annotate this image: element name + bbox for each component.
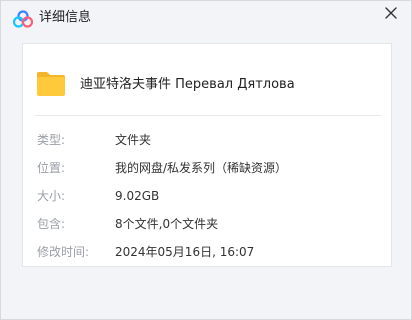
baidu-netdisk-logo-icon <box>12 10 34 28</box>
divider <box>35 115 381 116</box>
detail-row-type: 类型: 文件夹 <box>23 131 391 149</box>
detail-row-location: 位置: 我的网盘/私发系列（稀缺资源） <box>23 159 391 177</box>
file-name: 迪亚特洛夫事件 Перевал Дятлова <box>80 77 295 92</box>
detail-label: 包含: <box>37 217 66 231</box>
detail-label: 大小: <box>37 189 66 203</box>
details-panel: 迪亚特洛夫事件 Перевал Дятлова 类型: 文件夹 位置: 我的网盘… <box>22 43 392 267</box>
detail-label: 位置: <box>37 161 66 175</box>
detail-value: 9.02GB <box>115 189 160 203</box>
detail-value: 8个文件,0个文件夹 <box>115 217 219 231</box>
detail-label: 修改时间: <box>37 245 90 259</box>
title-bar: 详细信息 <box>1 1 411 35</box>
detail-row-modified: 修改时间: 2024年05月16日, 16:07 <box>23 243 391 261</box>
detail-label: 类型: <box>37 133 66 147</box>
detail-value: 我的网盘/私发系列（稀缺资源） <box>115 161 288 175</box>
detail-row-size: 大小: 9.02GB <box>23 187 391 205</box>
detail-row-contains: 包含: 8个文件,0个文件夹 <box>23 215 391 233</box>
detail-value: 文件夹 <box>115 133 152 147</box>
detail-value: 2024年05月16日, 16:07 <box>115 245 255 259</box>
dialog-title: 详细信息 <box>39 10 92 25</box>
details-dialog: 详细信息 迪亚特洛夫事件 Перевал Дятлова 类型: 文件夹 位置:… <box>0 0 412 320</box>
folder-icon <box>35 67 67 99</box>
close-icon[interactable] <box>383 5 399 21</box>
